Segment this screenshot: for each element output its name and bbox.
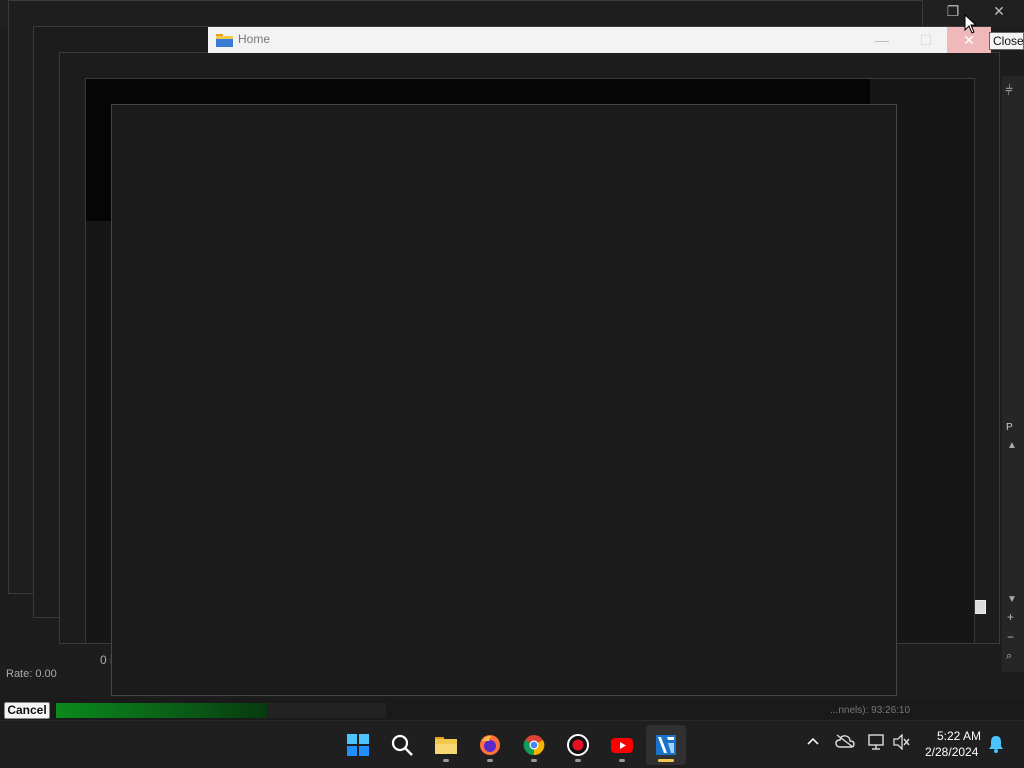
chrome-icon [523, 735, 545, 756]
running-indicator [531, 759, 537, 762]
clock-time[interactable]: 5:22 AM [937, 729, 981, 743]
zoom-fit-icon[interactable]: ⌕ [1006, 650, 1012, 663]
running-indicator [575, 759, 581, 762]
progress-bar [56, 703, 386, 718]
minimize-icon[interactable]: — [870, 29, 894, 51]
zoom-out-icon[interactable]: − [1007, 630, 1014, 644]
onedrive-cloud-icon[interactable] [835, 734, 855, 751]
marker-icon[interactable]: P [1006, 422, 1013, 433]
scroll-up-icon[interactable]: ▲ [1007, 440, 1017, 451]
taskbar-video-editor[interactable] [646, 725, 686, 765]
running-indicator [619, 759, 625, 762]
record-icon [567, 734, 589, 756]
running-indicator [487, 759, 493, 762]
taskbar-firefox[interactable] [470, 725, 510, 765]
volume-muted-icon[interactable] [893, 733, 911, 753]
clock-date[interactable]: 2/28/2024 [925, 745, 978, 759]
network-icon[interactable] [867, 734, 885, 753]
notification-bell-icon[interactable] [988, 735, 1004, 756]
taskbar: 5:22 AM 2/28/2024 [0, 720, 1024, 768]
video-editor-icon [656, 735, 676, 755]
taskbar-youtube[interactable] [602, 725, 642, 765]
start-button[interactable] [338, 725, 378, 765]
show-hidden-icons-chevron-icon[interactable] [806, 734, 820, 751]
blank-window [111, 104, 897, 696]
taskbar-chrome[interactable] [514, 725, 554, 765]
close-icon[interactable]: ✕ [988, 0, 1010, 22]
firefox-icon [480, 735, 500, 755]
youtube-icon [611, 738, 633, 753]
sliders-icon[interactable]: ⫩ [1005, 82, 1013, 99]
running-indicator [443, 759, 449, 762]
active-indicator [658, 759, 674, 762]
rate-label: Rate: 0.00 [6, 668, 57, 680]
search-button[interactable] [382, 725, 422, 765]
cancel-button[interactable]: Cancel [4, 702, 50, 719]
progress-fill [56, 703, 268, 718]
close-tooltip: Close [989, 32, 1024, 50]
mouse-cursor-icon [964, 13, 978, 39]
explorer-titlebar[interactable]: Home — ☐ ✕ [208, 27, 991, 53]
taskbar-file-explorer[interactable] [426, 725, 466, 765]
folder-icon [216, 33, 233, 47]
window-title: Home [238, 32, 271, 46]
maximize-icon[interactable]: ☐ [914, 29, 938, 51]
folder-icon [435, 737, 457, 754]
zoom-in-icon[interactable]: + [1007, 610, 1014, 624]
windows-logo-icon [347, 734, 369, 756]
taskbar-screen-recorder[interactable] [558, 725, 598, 765]
scroll-down-icon[interactable]: ▼ [1007, 594, 1017, 605]
restore-icon[interactable]: ❐ [942, 0, 964, 22]
channels-duration: ...nnels): 93:26:10 [830, 705, 911, 716]
search-icon [391, 734, 413, 756]
right-tool-strip: ⫩ P ▲ ▼ + − ⌕ [1002, 76, 1024, 672]
